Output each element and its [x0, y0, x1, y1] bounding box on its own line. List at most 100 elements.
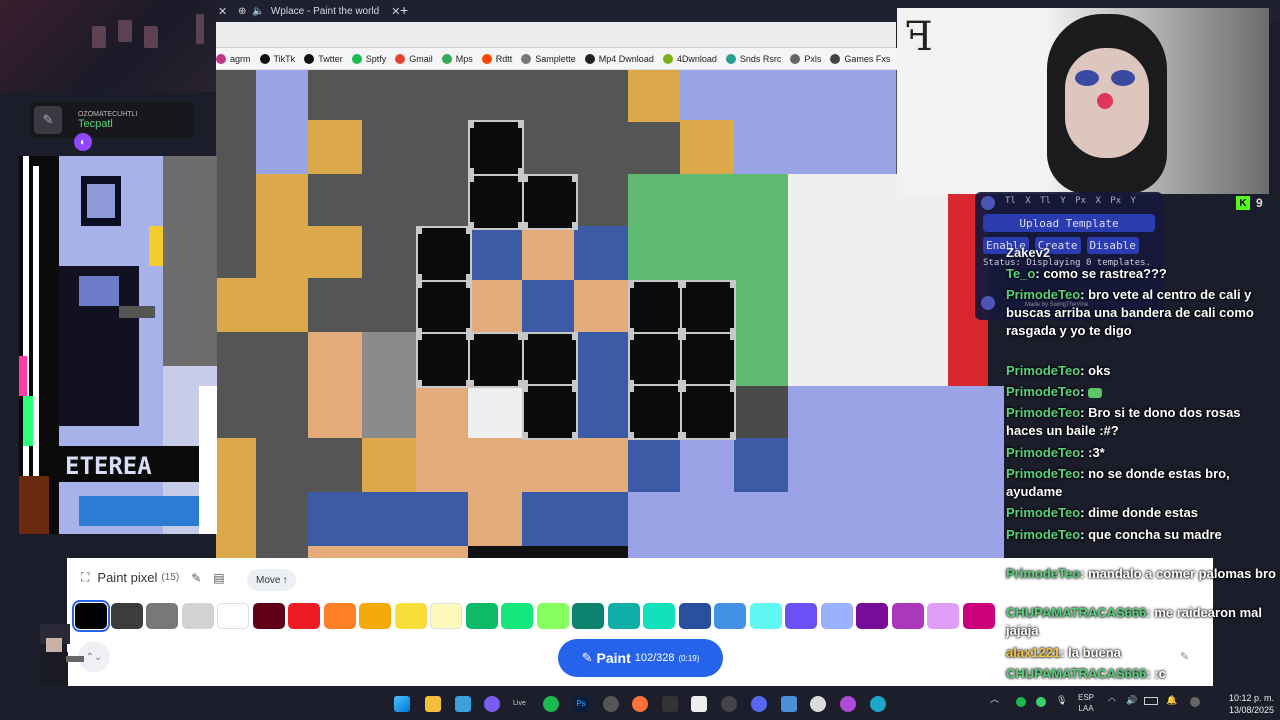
color-swatch[interactable] [217, 603, 249, 629]
capcut-icon[interactable] [691, 696, 707, 712]
messenger-icon[interactable] [484, 696, 500, 712]
photoshop-icon[interactable]: Ps [573, 696, 589, 712]
chat-username[interactable]: PrimodeTeo [1006, 384, 1080, 399]
color-swatch[interactable] [181, 603, 214, 629]
color-swatch[interactable] [607, 603, 640, 629]
bookmark-games-fxs[interactable]: Games Fxs [830, 53, 890, 64]
color-swatch[interactable] [465, 603, 498, 629]
paint-icon[interactable] [781, 696, 797, 712]
tray-extra-icon[interactable] [1190, 697, 1200, 707]
color-swatch[interactable] [572, 603, 604, 629]
bookmark-gmail[interactable]: Gmail [395, 53, 433, 64]
chat-username[interactable]: alax1221 [1006, 645, 1060, 660]
tray-app-icon[interactable] [1036, 697, 1046, 707]
tray-spotify-icon[interactable] [1016, 697, 1026, 707]
bookmark-pxls[interactable]: Pxls [790, 53, 821, 64]
color-swatch[interactable] [714, 603, 746, 629]
edge-icon[interactable] [870, 696, 886, 712]
bookmark-agrm[interactable]: agrm [216, 53, 251, 64]
color-swatch[interactable] [678, 603, 711, 629]
address-bar[interactable] [216, 22, 896, 48]
pencil-icon[interactable]: ✎ [1180, 650, 1189, 663]
move-button[interactable]: Move ↑ [247, 569, 297, 591]
volume-icon[interactable]: 🔊 [1126, 695, 1137, 706]
canvas-pixel [216, 278, 308, 332]
bookmark-sptfy[interactable]: Sptfy [351, 53, 386, 64]
chat-message: PrimodeTeo: :3* [1006, 444, 1278, 462]
firefox-icon[interactable] [632, 696, 648, 712]
expand-icon[interactable]: ⛶ [81, 570, 89, 585]
davinci-icon[interactable] [662, 696, 678, 712]
settings-icon[interactable] [981, 296, 995, 310]
bookmark-rdtt[interactable]: Rdtt [481, 53, 512, 64]
speaker-icon[interactable]: 🔈 [252, 6, 264, 17]
color-swatch[interactable] [785, 603, 817, 629]
live-icon[interactable]: Live [513, 696, 529, 712]
pin-icon[interactable] [981, 196, 995, 210]
battery-icon[interactable] [1144, 697, 1158, 705]
color-swatch[interactable] [430, 603, 462, 629]
chat-message: PrimodeTeo: mandalo a comer palomas bro [1006, 565, 1278, 583]
color-swatch[interactable] [749, 603, 782, 629]
github-icon[interactable] [721, 696, 737, 712]
windows-start-icon[interactable] [394, 696, 410, 712]
chat-username[interactable]: PrimodeTeo [1006, 445, 1080, 460]
bookmark-snds-rsrc[interactable]: Snds Rsrc [725, 53, 781, 64]
wifi-icon[interactable]: ◠ [1108, 696, 1116, 707]
bookmark-samplette[interactable]: Samplette [521, 53, 576, 64]
new-tab-icon[interactable]: + [400, 2, 408, 18]
color-swatch[interactable] [891, 603, 924, 629]
chat-username[interactable]: CHUPAMATRACAS666 [1006, 666, 1146, 681]
color-swatch[interactable] [856, 603, 888, 629]
disable-button[interactable]: Disable [1086, 237, 1139, 254]
bookmark-icon [351, 53, 362, 64]
bookmark-tiktk[interactable]: TikTk [259, 53, 295, 64]
input-language[interactable]: ESP LAA [1078, 692, 1094, 714]
chat-username[interactable]: PrimodeTeo [1006, 405, 1080, 420]
chat-username[interactable]: PrimodeTeo [1006, 363, 1080, 378]
microphone-icon[interactable]: 🎙 [1056, 695, 1067, 706]
paint-button[interactable]: ✎ Paint 102/328 (0:19) [558, 639, 723, 677]
steam-icon[interactable] [810, 696, 826, 712]
chat-username[interactable]: PrimodeTeo [1006, 527, 1080, 542]
prev-tab-close-icon[interactable]: ✕ [218, 0, 227, 22]
chat-username[interactable]: PrimodeTeo [1006, 287, 1080, 302]
color-swatch[interactable] [252, 603, 285, 629]
clock[interactable]: 10:12 p. m. 13/08/2025 [1218, 692, 1274, 716]
streamlabs-icon[interactable] [840, 696, 856, 712]
color-swatch[interactable] [323, 603, 356, 629]
painted-pixel [628, 332, 684, 388]
color-swatch[interactable] [110, 603, 143, 629]
notification-icon[interactable]: 🔔 [1166, 695, 1177, 706]
bookmark-twtter[interactable]: Twtter [304, 53, 343, 64]
tab-wplace[interactable]: ⊕ 🔈 Wplace - Paint the world ✕ [238, 0, 400, 22]
bookmark-mp4-dwnload[interactable]: Mp4 Dwnload [584, 53, 654, 64]
bookmark-mps[interactable]: Mps [441, 53, 473, 64]
chat-username[interactable]: CHUPAMATRACAS666 [1006, 605, 1146, 620]
spotify-icon[interactable] [543, 696, 559, 712]
chat-username[interactable]: Te_o [1006, 266, 1035, 281]
color-swatch[interactable] [820, 603, 853, 629]
eraser-icon[interactable]: ▤ [213, 571, 224, 585]
color-swatch[interactable] [359, 603, 391, 629]
upload-template-button[interactable]: Upload Template [983, 214, 1155, 232]
chat-username[interactable]: PrimodeTeo [1006, 505, 1080, 520]
chat-username[interactable]: PrimodeTeo [1006, 466, 1080, 481]
color-swatch[interactable] [501, 603, 533, 629]
obs-icon[interactable] [603, 696, 619, 712]
color-swatch[interactable] [288, 603, 320, 629]
tray-chevron-icon[interactable]: ︿ [990, 692, 999, 705]
discord-icon[interactable] [751, 696, 767, 712]
color-swatch[interactable] [394, 603, 427, 629]
bookmark-4dwnload[interactable]: 4Dwnload [662, 53, 717, 64]
notepad-icon[interactable] [455, 696, 471, 712]
chat-username[interactable]: PrimodeTeo [1006, 566, 1080, 581]
eyedropper-icon[interactable]: ✎ [191, 571, 201, 585]
color-swatch[interactable] [146, 603, 178, 629]
color-swatch[interactable] [927, 603, 959, 629]
color-swatch[interactable] [643, 603, 675, 629]
color-swatch[interactable] [962, 603, 995, 629]
file-explorer-icon[interactable] [425, 696, 441, 712]
color-swatch[interactable] [536, 603, 569, 629]
chat-text: : oks [1080, 363, 1111, 378]
